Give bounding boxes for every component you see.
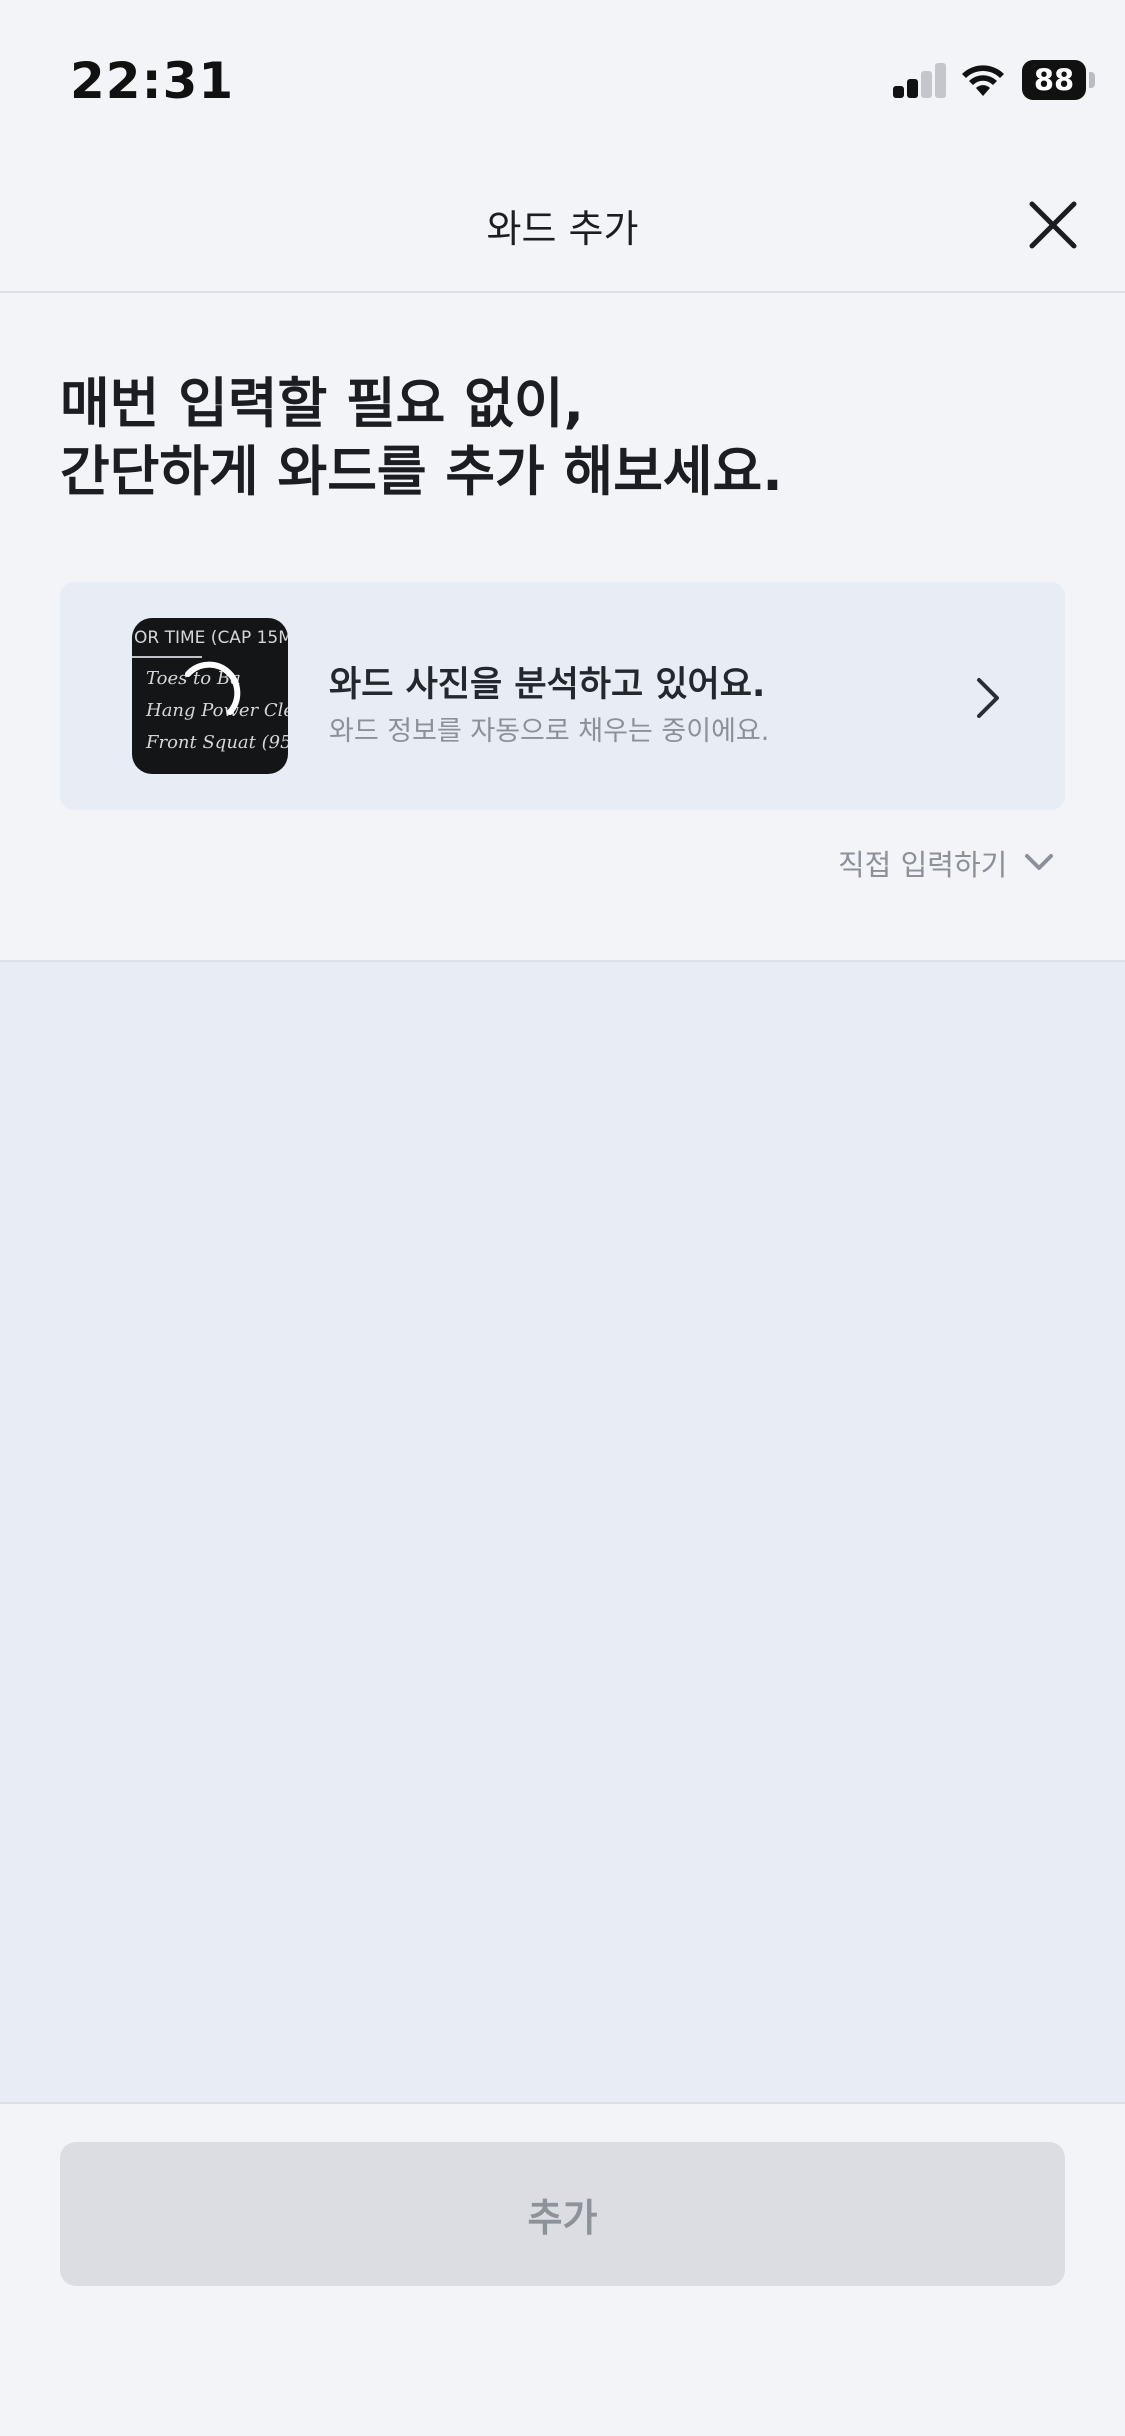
card-subtitle: 와드 정보를 자동으로 채우는 중이에요. bbox=[329, 716, 770, 747]
status-bar: 22:31 88 bbox=[0, 0, 1125, 160]
wod-photo-thumbnail: OR TIME (CAP 15MIN Toes to Ba Hang Power… bbox=[132, 618, 288, 774]
chevron-down-icon bbox=[1025, 854, 1053, 870]
close-icon[interactable] bbox=[1022, 194, 1084, 256]
signal-icon bbox=[893, 62, 946, 98]
header: 와드 추가 bbox=[0, 160, 1125, 293]
card-title: 와드 사진을 분석하고 있어요. bbox=[329, 665, 766, 705]
headline-line-2: 간단하게 와드를 추가 해보세요. bbox=[60, 440, 783, 503]
thumbnail-rule bbox=[132, 656, 202, 658]
status-time: 22:31 bbox=[70, 52, 235, 110]
loading-spinner-icon bbox=[185, 661, 241, 715]
battery-icon: 88 bbox=[1022, 60, 1086, 100]
manual-input-label: 직접 입력하기 bbox=[838, 848, 1008, 882]
battery-cap bbox=[1089, 72, 1095, 88]
add-button[interactable]: 추가 bbox=[60, 2142, 1065, 2286]
chevron-right-icon[interactable] bbox=[965, 674, 1009, 722]
wifi-icon bbox=[962, 65, 1004, 96]
headline-line-1: 매번 입력할 필요 없이, bbox=[60, 372, 585, 435]
thumbnail-line: Front Squat (95/65 bbox=[146, 732, 288, 753]
content-area bbox=[0, 960, 1125, 2104]
analysis-card[interactable]: OR TIME (CAP 15MIN Toes to Ba Hang Power… bbox=[60, 582, 1065, 810]
headline: 매번 입력할 필요 없이, 간단하게 와드를 추가 해보세요. bbox=[60, 370, 783, 506]
manual-input-toggle[interactable]: 직접 입력하기 bbox=[838, 840, 1058, 884]
thumbnail-line: OR TIME (CAP 15MIN bbox=[134, 628, 288, 648]
page-title: 와드 추가 bbox=[486, 207, 639, 251]
